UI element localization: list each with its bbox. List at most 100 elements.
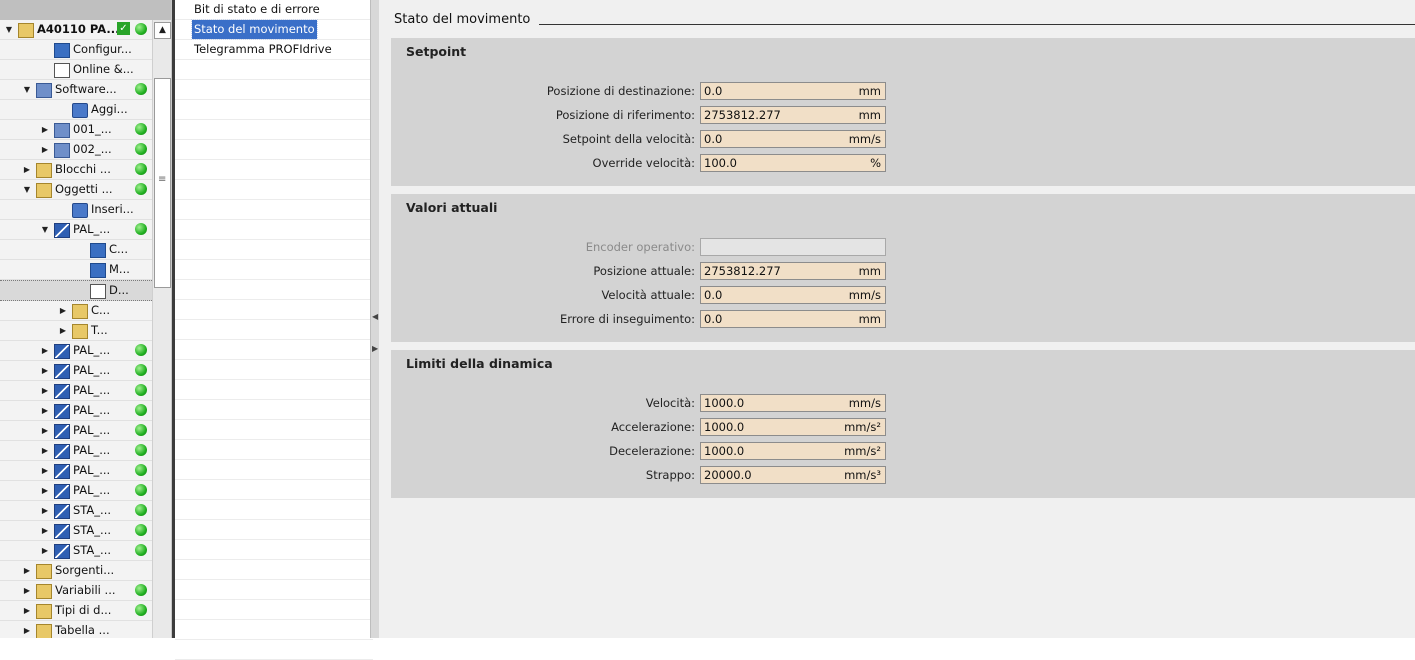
tree-item[interactable]: ▶ STA_...: [0, 501, 152, 521]
tree-item[interactable]: ▶ C...: [0, 301, 152, 321]
field-label: Setpoint della velocità:: [562, 132, 695, 146]
axis-icon: [54, 484, 70, 499]
field-value-box: 0.0 mm/s: [700, 286, 886, 304]
tree-item[interactable]: ▶ STA_...: [0, 521, 152, 541]
expand-right-icon[interactable]: ▶: [372, 344, 378, 353]
tree-item[interactable]: ▶ PAL_...: [0, 361, 152, 381]
collapse-arrow-icon[interactable]: ▼: [22, 80, 32, 99]
tree-item[interactable]: Configur...: [0, 40, 152, 60]
nav-empty-row: [175, 380, 373, 400]
tree-item[interactable]: ▶ PAL_...: [0, 401, 152, 421]
tree-item[interactable]: ▶ PAL_...: [0, 481, 152, 501]
online-status-ok-icon: [135, 344, 147, 356]
tree-item[interactable]: ▶ STA_...: [0, 541, 152, 561]
expand-arrow-icon[interactable]: ▶: [40, 421, 50, 440]
expand-arrow-icon[interactable]: ▶: [40, 501, 50, 520]
collapse-left-icon[interactable]: ◀: [372, 312, 378, 321]
tree-item[interactable]: Online &...: [0, 60, 152, 80]
tree-item[interactable]: ▶ T...: [0, 321, 152, 341]
tree-item[interactable]: ▶ Blocchi ...: [0, 160, 152, 180]
scroll-up-button[interactable]: ▲: [154, 22, 171, 39]
tree-item[interactable]: ▶ PAL_...: [0, 381, 152, 401]
field-value: 100.0: [704, 156, 737, 170]
expand-arrow-icon[interactable]: ▶: [22, 581, 32, 600]
scroll-thumb[interactable]: ≡: [154, 78, 171, 288]
expand-arrow-icon[interactable]: ▶: [40, 441, 50, 460]
expand-arrow-icon[interactable]: ▶: [40, 361, 50, 380]
tree-item[interactable]: ▶ PAL_...: [0, 421, 152, 441]
expand-arrow-icon[interactable]: ▶: [58, 301, 68, 320]
tree-item[interactable]: ▶ Sorgenti...: [0, 561, 152, 581]
diagnostics-icon: [90, 284, 106, 299]
collapse-arrow-icon[interactable]: ▼: [22, 180, 32, 199]
folder-icon: [18, 23, 34, 38]
tree-item[interactable]: ▶ PAL_...: [0, 341, 152, 361]
expand-arrow-icon[interactable]: ▶: [22, 561, 32, 580]
tree-item[interactable]: ▶ 001_...: [0, 120, 152, 140]
expand-arrow-icon[interactable]: ▶: [40, 341, 50, 360]
expand-arrow-icon[interactable]: ▶: [40, 521, 50, 540]
online-status-ok-icon: [135, 544, 147, 556]
tree-item[interactable]: ▼ Software...: [0, 80, 152, 100]
nav-item-label: Stato del movimento: [191, 19, 318, 40]
folder-icon: [36, 624, 52, 638]
nav-item[interactable]: Bit di stato e di errore: [175, 0, 373, 20]
field-value-box: 0.0 mm: [700, 310, 886, 328]
tree-item[interactable]: ▶ Tabella ...: [0, 621, 152, 638]
expand-arrow-icon[interactable]: ▶: [40, 481, 50, 500]
tree-item-label: Online &...: [73, 62, 134, 76]
tree-item-label: PAL_...: [73, 443, 111, 457]
tree-item[interactable]: Aggi...: [0, 100, 152, 120]
online-status-ok-icon: [135, 83, 147, 95]
expand-arrow-icon[interactable]: ▶: [40, 381, 50, 400]
expand-arrow-icon[interactable]: ▶: [22, 160, 32, 179]
tree-item[interactable]: ▶ Tipi di d...: [0, 601, 152, 621]
field-row: Encoder operativo:: [391, 238, 891, 256]
expand-arrow-icon[interactable]: ▶: [40, 140, 50, 159]
project-tree-panel: ▼ A40110 PA... ✓ Configur... Online &... ▼ Sof…: [0, 0, 172, 638]
tree-item[interactable]: C...: [0, 240, 152, 260]
collapse-arrow-icon[interactable]: ▼: [4, 20, 14, 39]
field-label: Velocità:: [645, 396, 695, 410]
tree-item-label: Tabella ...: [55, 623, 110, 637]
expand-arrow-icon[interactable]: ▶: [40, 541, 50, 560]
axis-icon: [54, 344, 70, 359]
expand-arrow-icon[interactable]: ▶: [40, 401, 50, 420]
tree-item[interactable]: ▶ 002_...: [0, 140, 152, 160]
field-unit: mm/s³: [844, 468, 881, 482]
nav-item[interactable]: Telegramma PROFIdrive: [175, 40, 373, 60]
nav-empty-row: [175, 80, 373, 100]
tree-item[interactable]: ▶ PAL_...: [0, 441, 152, 461]
field-value-box: 0.0 mm: [700, 82, 886, 100]
field-row: Posizione di destinazione: 0.0 mm: [391, 82, 891, 100]
tree-item[interactable]: D...: [0, 280, 152, 301]
tree-item[interactable]: ▶ PAL_...: [0, 461, 152, 481]
nav-empty-row: [175, 300, 373, 320]
online-status-ok-icon: [135, 444, 147, 456]
tree-item[interactable]: M...: [0, 260, 152, 280]
field-value: 1000.0: [704, 396, 745, 410]
field-label: Encoder operativo:: [585, 240, 695, 254]
tree-item[interactable]: Inseri...: [0, 200, 152, 220]
field-row: Setpoint della velocità: 0.0 mm/s: [391, 130, 891, 148]
expand-arrow-icon[interactable]: ▶: [40, 461, 50, 480]
expand-arrow-icon[interactable]: ▶: [22, 601, 32, 620]
folder-icon: [72, 304, 88, 319]
tree-item-label: STA_...: [73, 543, 112, 557]
tree-scrollbar[interactable]: ▲ ≡: [152, 20, 171, 638]
collapse-arrow-icon[interactable]: ▼: [40, 220, 50, 239]
nav-empty-row: [175, 60, 373, 80]
field-value-box: 2753812.277 mm: [700, 106, 886, 124]
tree-item-label: Aggi...: [91, 102, 128, 116]
nav-item[interactable]: Stato del movimento: [175, 19, 373, 40]
tree-item[interactable]: ▼ PAL_...: [0, 220, 152, 240]
tree-item[interactable]: ▼ A40110 PA... ✓: [0, 20, 152, 40]
add-object-icon: [72, 103, 88, 118]
tree-item-label: PAL_...: [73, 383, 111, 397]
tree-item[interactable]: ▶ Variabili ...: [0, 581, 152, 601]
tree-item[interactable]: ▼ Oggetti ...: [0, 180, 152, 200]
expand-arrow-icon[interactable]: ▶: [40, 120, 50, 139]
expand-arrow-icon[interactable]: ▶: [22, 621, 32, 638]
nav-empty-row: [175, 480, 373, 500]
expand-arrow-icon[interactable]: ▶: [58, 321, 68, 340]
